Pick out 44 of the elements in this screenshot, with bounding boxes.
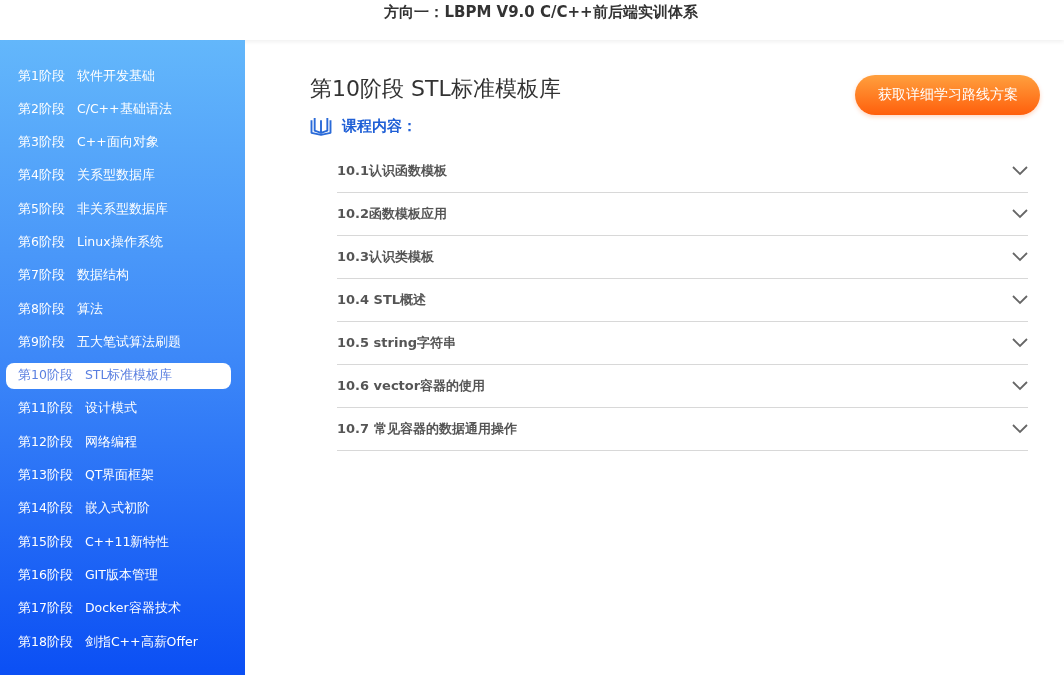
stage-nav-item[interactable]: 第8阶段 算法 — [6, 296, 231, 323]
lesson-title: 10.5 string字符串 — [337, 334, 456, 352]
stage-nav-item[interactable]: 第2阶段 C/C++基础语法 — [6, 96, 231, 123]
stage-nav-item[interactable]: 第17阶段 Docker容器技术 — [6, 595, 231, 622]
stage-nav-item[interactable]: 第11阶段 设计模式 — [6, 395, 231, 422]
lesson-row[interactable]: 10.3认识类模板 — [337, 236, 1028, 279]
stage-nav-item[interactable]: 第6阶段 Linux操作系统 — [6, 229, 231, 256]
stage-nav-item[interactable]: 第12阶段 网络编程 — [6, 429, 231, 456]
chevron-icon[interactable] — [1012, 166, 1028, 176]
stage-nav-item[interactable]: 第10阶段 STL标准模板库 — [6, 362, 231, 389]
lesson-row[interactable]: 10.5 string字符串 — [337, 322, 1028, 365]
chevron-icon[interactable] — [1012, 424, 1028, 434]
stage-nav-item[interactable]: 第18阶段 剑指C++高薪Offer — [6, 629, 231, 656]
lesson-row[interactable]: 10.7 常见容器的数据通用操作 — [337, 408, 1028, 451]
lesson-row[interactable]: 10.4 STL概述 — [337, 279, 1028, 322]
learning-plan-button[interactable]: 获取详细学习路线方案 — [855, 75, 1040, 115]
stage-nav-item[interactable]: 第5阶段 非关系型数据库 — [6, 196, 231, 223]
book-icon — [310, 117, 332, 136]
stage-nav-item[interactable]: 第4阶段 关系型数据库 — [6, 162, 231, 189]
chevron-icon[interactable] — [1012, 209, 1028, 219]
stage-nav-item[interactable]: 第15阶段 C++11新特性 — [6, 529, 231, 556]
stage-nav-item[interactable]: 第13阶段 QT界面框架 — [6, 462, 231, 489]
lesson-row[interactable]: 10.6 vector容器的使用 — [337, 365, 1028, 408]
lesson-title: 10.6 vector容器的使用 — [337, 377, 486, 395]
stage-nav-item[interactable]: 第16阶段 GIT版本管理 — [6, 562, 231, 589]
chevron-icon[interactable] — [1012, 252, 1028, 262]
stage-nav-item[interactable]: 第9阶段 五大笔试算法刷题 — [6, 329, 231, 356]
chevron-icon[interactable] — [1012, 381, 1028, 391]
lesson-title: 10.7 常见容器的数据通用操作 — [337, 420, 517, 438]
stage-nav-item[interactable]: 第7阶段 数据结构 — [6, 262, 231, 289]
chevron-icon[interactable] — [1012, 295, 1028, 305]
stage-nav-item[interactable]: 第3阶段 C++面向对象 — [6, 129, 231, 156]
chevron-icon[interactable] — [1012, 338, 1028, 348]
stage-title: 第10阶段 STL标准模板库 — [310, 75, 561, 103]
lesson-title: 10.3认识类模板 — [337, 248, 435, 266]
lesson-row[interactable]: 10.1认识函数模板 — [337, 150, 1028, 193]
lesson-title: 10.1认识函数模板 — [337, 162, 448, 180]
lesson-title: 10.2函数模板应用 — [337, 205, 448, 223]
lesson-title: 10.4 STL概述 — [337, 291, 427, 309]
page-title: 方向一：LBPM V9.0 C/C++前后端实训体系 — [384, 3, 698, 22]
stage-nav-item[interactable]: 第14阶段 嵌入式初阶 — [6, 495, 231, 522]
lesson-row[interactable]: 10.2函数模板应用 — [337, 193, 1028, 236]
stage-nav-item[interactable]: 第1阶段 软件开发基础 — [6, 63, 231, 89]
section-heading: 课程内容： — [342, 117, 417, 136]
